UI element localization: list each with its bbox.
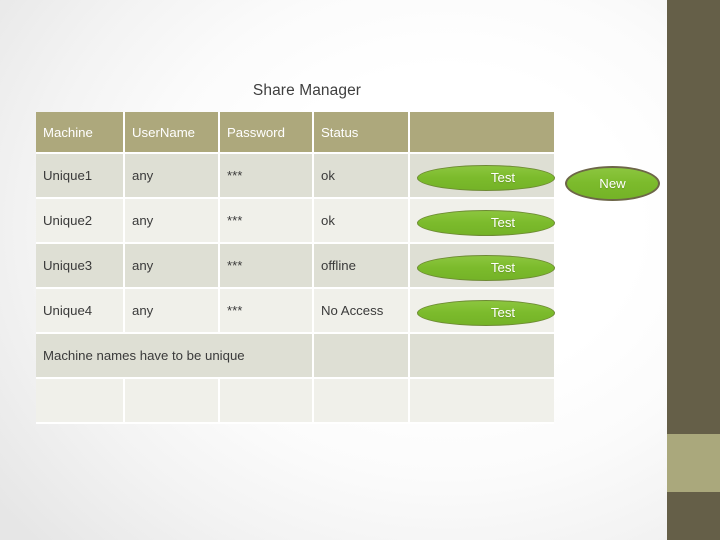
cell-status: ok bbox=[313, 198, 410, 244]
table-note-row: Machine names have to be unique bbox=[36, 333, 554, 379]
cell-username[interactable]: any bbox=[124, 288, 220, 334]
table-header-row: Machine UserName Password Status bbox=[36, 112, 554, 154]
empty-cell-username[interactable] bbox=[124, 378, 220, 424]
cell-status: ok bbox=[313, 153, 410, 199]
test-button[interactable]: Test bbox=[417, 300, 555, 326]
cell-status: No Access bbox=[313, 288, 410, 334]
cell-username[interactable]: any bbox=[124, 198, 220, 244]
sidebar-band-bottom bbox=[667, 492, 720, 540]
cell-username[interactable]: any bbox=[124, 153, 220, 199]
cell-machine[interactable]: Unique2 bbox=[36, 198, 125, 244]
note-empty-status bbox=[313, 333, 410, 379]
table-row: Unique2 any *** ok Test bbox=[36, 198, 555, 244]
cell-machine[interactable]: Unique3 bbox=[36, 243, 125, 289]
test-button[interactable]: Test bbox=[417, 210, 555, 236]
new-button[interactable]: New bbox=[565, 166, 660, 201]
page-title: Share Manager bbox=[252, 82, 362, 99]
sidebar-band-top bbox=[667, 0, 720, 434]
cell-action: Test bbox=[409, 243, 555, 289]
test-button[interactable]: Test bbox=[417, 165, 555, 191]
empty-cell-action bbox=[409, 378, 554, 424]
empty-cell-password[interactable] bbox=[219, 378, 314, 424]
note-empty-action bbox=[409, 333, 554, 379]
cell-machine[interactable]: Unique4 bbox=[36, 288, 125, 334]
sidebar-band-accent bbox=[667, 434, 720, 492]
cell-status: offline bbox=[313, 243, 410, 289]
test-button[interactable]: Test bbox=[417, 255, 555, 281]
column-header-username[interactable]: UserName bbox=[124, 112, 220, 154]
table-body: Unique1 any *** ok Test Unique2 any *** … bbox=[36, 153, 555, 424]
empty-cell-status bbox=[313, 378, 410, 424]
column-header-status[interactable]: Status bbox=[313, 112, 410, 154]
table-empty-row bbox=[36, 378, 554, 424]
cell-password[interactable]: *** bbox=[219, 243, 314, 289]
column-header-actions bbox=[409, 112, 554, 154]
empty-cell-machine[interactable] bbox=[36, 378, 125, 424]
cell-action: Test bbox=[409, 198, 555, 244]
cell-action: Test bbox=[409, 288, 555, 334]
share-manager-table: Machine UserName Password Status Unique1… bbox=[36, 112, 555, 424]
column-header-machine[interactable]: Machine bbox=[36, 112, 125, 154]
slide-canvas: Share Manager Machine UserName Password … bbox=[0, 0, 720, 540]
cell-username[interactable]: any bbox=[124, 243, 220, 289]
cell-machine[interactable]: Unique1 bbox=[36, 153, 125, 199]
table-row: Unique3 any *** offline Test bbox=[36, 243, 555, 289]
cell-action: Test bbox=[409, 153, 555, 199]
column-header-password[interactable]: Password bbox=[219, 112, 314, 154]
cell-password[interactable]: *** bbox=[219, 153, 314, 199]
cell-password[interactable]: *** bbox=[219, 288, 314, 334]
table-row: Unique1 any *** ok Test bbox=[36, 153, 555, 199]
note-text: Machine names have to be unique bbox=[36, 333, 314, 379]
table-row: Unique4 any *** No Access Test bbox=[36, 288, 555, 334]
table-header: Machine UserName Password Status bbox=[36, 112, 554, 154]
cell-password[interactable]: *** bbox=[219, 198, 314, 244]
